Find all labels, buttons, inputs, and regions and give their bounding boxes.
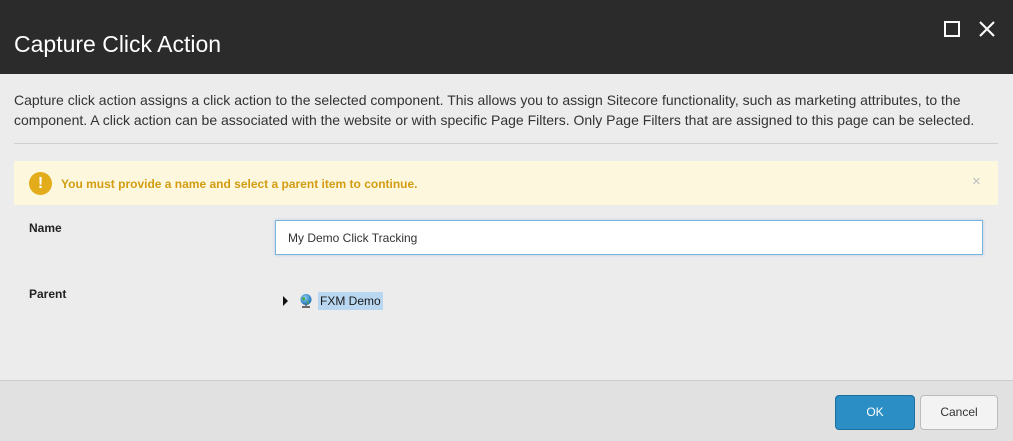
warning-banner: ! You must provide a name and select a p… <box>14 161 998 205</box>
parent-label: Parent <box>29 287 67 301</box>
warning-message: You must provide a name and select a par… <box>61 177 418 191</box>
close-icon <box>979 21 995 37</box>
dialog-title: Capture Click Action <box>14 31 222 57</box>
tree-item-fxm-demo[interactable]: FXM Demo <box>318 292 383 310</box>
capture-click-action-dialog: Capture Click Action Capture click actio… <box>0 0 1013 441</box>
maximize-button[interactable] <box>941 18 963 40</box>
name-label: Name <box>29 221 62 235</box>
ok-button[interactable]: OK <box>835 395 915 430</box>
dialog-description: Capture click action assigns a click act… <box>14 92 975 128</box>
divider <box>14 143 998 144</box>
globe-icon <box>300 294 312 308</box>
dialog-footer: OK Cancel <box>0 380 1013 441</box>
expand-arrow-icon[interactable] <box>283 296 288 306</box>
warning-close-button[interactable]: × <box>972 173 981 191</box>
dialog-header: Capture Click Action <box>0 0 1013 74</box>
name-input[interactable] <box>275 220 983 255</box>
cancel-button[interactable]: Cancel <box>920 395 998 430</box>
warning-icon: ! <box>29 172 52 195</box>
maximize-icon <box>944 21 960 37</box>
close-button[interactable] <box>976 18 998 40</box>
